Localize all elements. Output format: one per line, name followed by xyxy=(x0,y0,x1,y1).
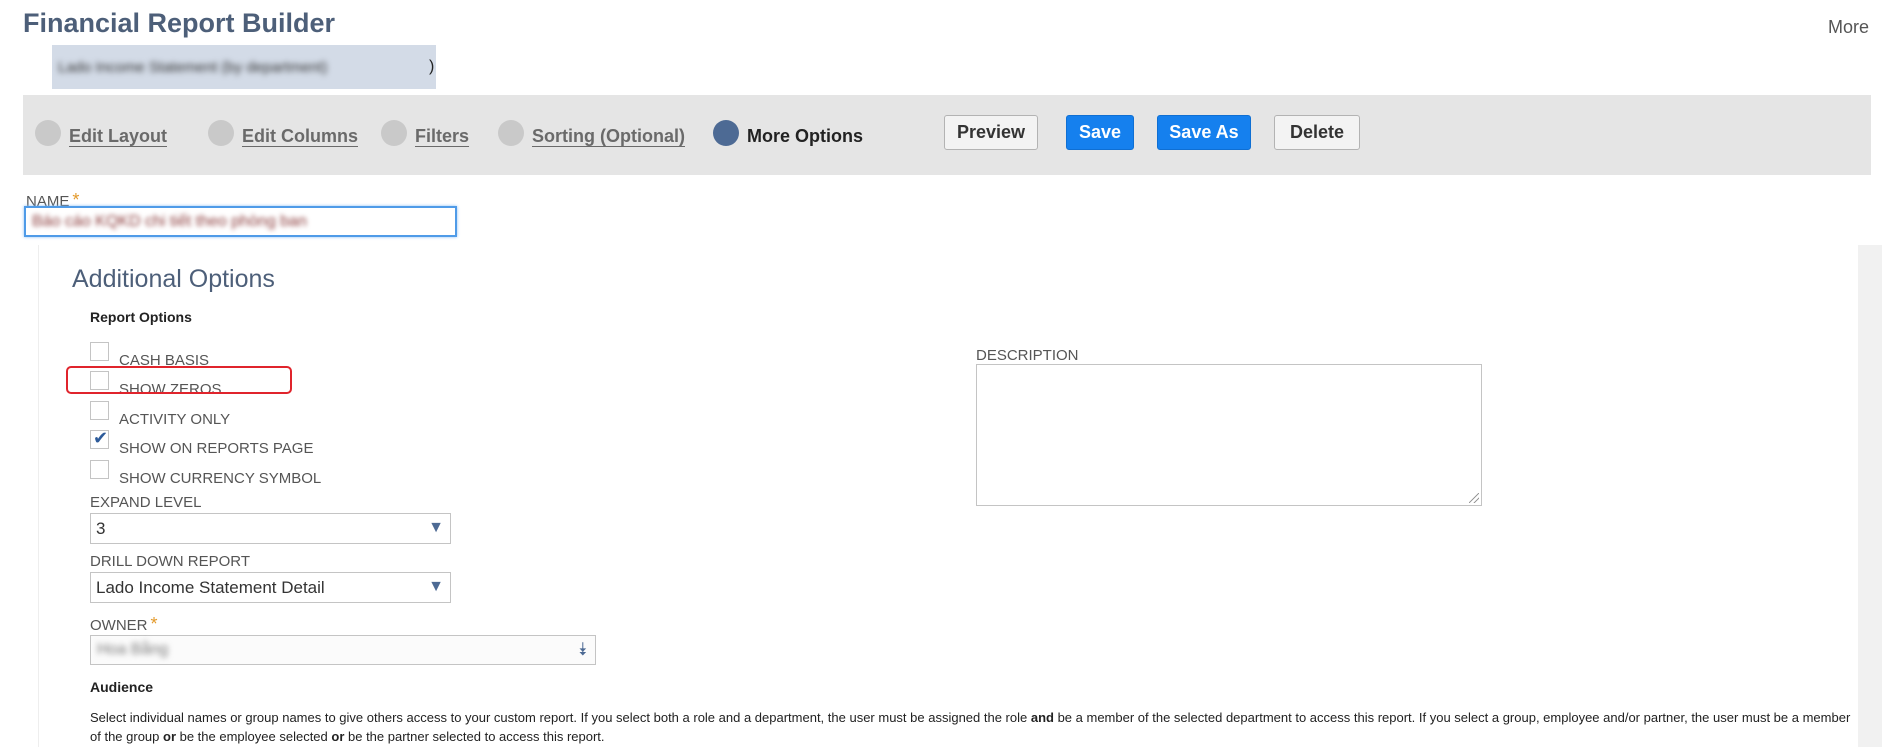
name-input[interactable]: Báo cáo KQKD chi tiết theo phòng ban xyxy=(24,206,457,237)
panel-edge xyxy=(1858,245,1882,747)
dropdown-arrow-icon: ▼ xyxy=(428,578,444,595)
options-panel xyxy=(38,245,1859,747)
checkbox-activity-only[interactable]: ACTIVITY ONLY xyxy=(90,401,230,428)
expand-level-value: 3 xyxy=(96,518,106,538)
step-indicator-icon xyxy=(208,119,234,146)
report-subtitle: Lado Income Statement (by department) ) xyxy=(52,45,436,89)
checkbox-show-on-reports-page[interactable]: ✔ SHOW ON REPORTS PAGE xyxy=(90,428,314,457)
step-filters[interactable]: Filters xyxy=(381,118,469,147)
step-label[interactable]: Sorting (Optional) xyxy=(532,126,685,147)
audience-bold-3: or xyxy=(331,729,345,744)
step-indicator-icon xyxy=(713,119,739,146)
step-indicator-icon xyxy=(498,119,524,146)
checkbox-show-currency-symbol[interactable]: SHOW CURRENCY SYMBOL xyxy=(90,460,321,487)
checkmark-icon: ✔ xyxy=(93,428,109,448)
owner-label-text: OWNER xyxy=(90,617,148,634)
description-label: DESCRIPTION xyxy=(976,347,1079,364)
report-options-title: Report Options xyxy=(90,309,192,325)
drill-down-value: Lado Income Statement Detail xyxy=(96,577,325,597)
drill-down-label: DRILL DOWN REPORT xyxy=(90,553,251,570)
step-indicator-icon xyxy=(381,119,407,146)
audience-description: Select individual names or group names t… xyxy=(90,708,1860,746)
required-marker: * xyxy=(150,614,158,634)
builder-toolbar: Edit Layout Edit Columns Filters Sorting… xyxy=(23,95,1871,175)
step-indicator-icon xyxy=(35,119,61,146)
step-label: More Options xyxy=(747,126,863,146)
delete-button[interactable]: Delete xyxy=(1274,115,1360,150)
name-input-value: Báo cáo KQKD chi tiết theo phòng ban xyxy=(32,213,307,230)
checkbox-label: ACTIVITY ONLY xyxy=(119,411,231,428)
save-button[interactable]: Save xyxy=(1066,115,1134,150)
step-more-options[interactable]: More Options xyxy=(713,118,863,147)
owner-label: OWNER * xyxy=(90,614,158,635)
expand-level-label: EXPAND LEVEL xyxy=(90,494,202,511)
dropdown-arrow-icon: ▼ xyxy=(428,519,444,536)
resize-handle-icon[interactable] xyxy=(1469,493,1479,503)
description-textarea[interactable] xyxy=(976,364,1482,506)
section-title: Additional Options xyxy=(72,265,275,293)
audience-bold-2: or xyxy=(163,729,176,744)
page-title: Financial Report Builder xyxy=(23,8,336,38)
preview-button[interactable]: Preview xyxy=(944,115,1038,150)
step-label[interactable]: Filters xyxy=(415,126,469,147)
checkbox-label: SHOW ON REPORTS PAGE xyxy=(119,440,314,457)
save-as-button[interactable]: Save As xyxy=(1157,115,1251,150)
checkbox-box[interactable] xyxy=(90,401,109,420)
checkbox-label: SHOW CURRENCY SYMBOL xyxy=(119,470,322,487)
owner-select[interactable]: Hoa Bằng ⯯ xyxy=(90,635,596,665)
step-edit-columns[interactable]: Edit Columns xyxy=(208,118,358,147)
step-label[interactable]: Edit Layout xyxy=(69,126,167,147)
double-chevron-down-icon: ⯯ xyxy=(577,639,588,659)
expand-level-select[interactable]: 3 ▼ xyxy=(90,513,451,544)
subtitle-suffix: ) xyxy=(429,58,435,75)
subtitle-blurred-text: Lado Income Statement (by department) xyxy=(58,59,328,76)
audience-text-4: be the partner selected to access this r… xyxy=(344,729,605,744)
owner-value: Hoa Bằng xyxy=(97,641,169,658)
step-edit-layout[interactable]: Edit Layout xyxy=(35,118,167,147)
step-sorting[interactable]: Sorting (Optional) xyxy=(498,118,685,147)
step-label[interactable]: Edit Columns xyxy=(242,126,358,147)
more-menu-link[interactable]: More xyxy=(1828,17,1869,38)
checkbox-box[interactable] xyxy=(90,342,109,361)
audience-bold-1: and xyxy=(1030,710,1054,725)
checkbox-cash-basis[interactable]: CASH BASIS xyxy=(90,342,209,369)
audience-text-3: be the employee selected xyxy=(176,729,332,744)
drill-down-select[interactable]: Lado Income Statement Detail ▼ xyxy=(90,572,451,603)
checkbox-box[interactable] xyxy=(90,460,109,479)
audience-title: Audience xyxy=(90,679,154,695)
checkbox-box[interactable]: ✔ xyxy=(90,428,109,449)
audience-text-1: Select individual names or group names t… xyxy=(90,710,1031,725)
annotation-highlight-box xyxy=(66,366,292,394)
